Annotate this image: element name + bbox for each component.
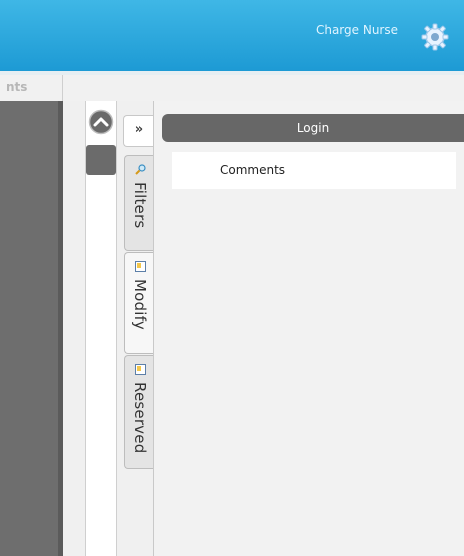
search-icon bbox=[135, 164, 146, 175]
tab-label: Filters bbox=[131, 182, 149, 229]
tab-reserved[interactable]: Reserved bbox=[124, 355, 153, 469]
tab-label: Modify bbox=[131, 279, 149, 330]
login-button[interactable]: Login bbox=[162, 114, 464, 142]
left-panel bbox=[0, 101, 63, 556]
tab-modify[interactable]: Modify bbox=[124, 252, 153, 354]
tab-filters[interactable]: Filters bbox=[124, 155, 153, 251]
comments-item[interactable]: Comments bbox=[172, 152, 456, 189]
document-icon bbox=[135, 364, 146, 375]
tab-label: Reserved bbox=[131, 382, 149, 454]
square-button[interactable] bbox=[86, 145, 116, 175]
user-role-label[interactable]: Charge Nurse bbox=[316, 23, 398, 37]
expand-button[interactable]: » bbox=[123, 115, 154, 147]
gear-icon[interactable] bbox=[420, 22, 450, 52]
document-icon bbox=[135, 261, 146, 272]
column-heading: nts bbox=[6, 80, 28, 94]
column-header-bar: nts bbox=[0, 75, 464, 102]
column-divider bbox=[62, 75, 63, 101]
chevron-up-icon[interactable] bbox=[88, 109, 114, 135]
